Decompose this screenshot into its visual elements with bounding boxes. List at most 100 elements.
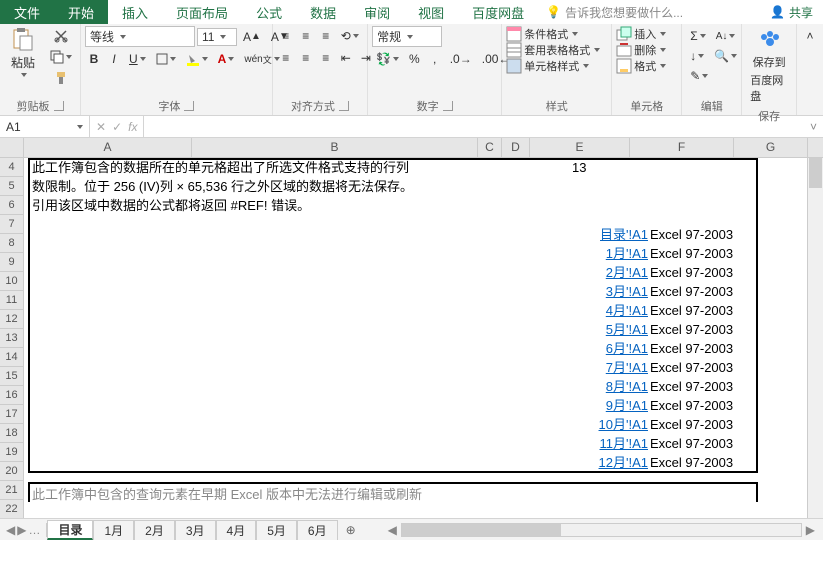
select-all-corner[interactable] (0, 138, 24, 157)
row-header[interactable]: 15 (0, 367, 23, 386)
scroll-thumb[interactable] (402, 524, 562, 536)
border-button[interactable] (152, 49, 180, 69)
align-middle-button[interactable]: ≡ (297, 26, 315, 46)
increase-decimal-button[interactable]: .0→ (446, 49, 476, 69)
sheet-link[interactable]: 9月'!A1 (606, 396, 648, 415)
sheet-link[interactable]: 10月'!A1 (599, 415, 648, 434)
sheet-tab[interactable]: 4月 (216, 520, 257, 540)
tab-review[interactable]: 审阅 (350, 0, 404, 24)
col-header-D[interactable]: D (502, 138, 530, 157)
row-header[interactable]: 8 (0, 234, 23, 253)
row-header[interactable]: 22 (0, 500, 23, 518)
find-button[interactable]: 🔍 (710, 46, 741, 66)
paste-button[interactable]: 粘贴 (4, 26, 42, 79)
currency-button[interactable]: 💱 (372, 49, 403, 69)
dialog-launcher-icon[interactable] (184, 101, 194, 111)
col-header-G[interactable]: G (734, 138, 808, 157)
tab-data[interactable]: 数据 (296, 0, 350, 24)
percent-button[interactable]: % (405, 49, 424, 69)
expand-fx-button[interactable]: ˅ (804, 116, 823, 137)
sort-filter-button[interactable]: A↓ (712, 26, 740, 46)
format-cells-button[interactable]: 格式 (616, 58, 666, 74)
row-header[interactable]: 13 (0, 329, 23, 348)
row-header[interactable]: 5 (0, 177, 23, 196)
copy-button[interactable] (46, 47, 76, 67)
cut-button[interactable] (46, 26, 76, 46)
font-name-select[interactable]: 等线 (85, 26, 195, 47)
formula-input[interactable] (144, 116, 804, 137)
delete-cells-button[interactable]: 删除 (616, 42, 666, 58)
sheet-link[interactable]: 8月'!A1 (606, 377, 648, 396)
row-header[interactable]: 16 (0, 386, 23, 405)
row-header[interactable]: 7 (0, 215, 23, 234)
sheet-link[interactable]: 7月'!A1 (606, 358, 648, 377)
tab-insert[interactable]: 插入 (108, 0, 162, 24)
row-header[interactable]: 18 (0, 424, 23, 443)
row-header[interactable]: 20 (0, 462, 23, 481)
save-baidu-button[interactable]: 保存到 百度网盘 (746, 26, 792, 106)
horizontal-scrollbar[interactable]: ◀ ▶ (364, 523, 823, 537)
sheet-tab[interactable]: 2月 (134, 520, 175, 540)
tell-me-search[interactable]: 💡告诉我您想要做什么... (538, 0, 760, 24)
tab-layout[interactable]: 页面布局 (162, 0, 242, 24)
row-header[interactable]: 10 (0, 272, 23, 291)
sheet-tab[interactable]: 3月 (175, 520, 216, 540)
tab-baidu[interactable]: 百度网盘 (458, 0, 538, 24)
fx-icon[interactable]: fx (128, 120, 137, 134)
underline-button[interactable]: U (125, 49, 150, 69)
share-button[interactable]: 👤共享 (760, 0, 823, 24)
sheet-link[interactable]: 5月'!A1 (606, 320, 648, 339)
align-left-button[interactable]: ≡ (277, 48, 295, 68)
sheet-tab[interactable]: 6月 (297, 520, 338, 540)
tab-home[interactable]: 开始 (54, 0, 108, 24)
dialog-launcher-icon[interactable] (339, 101, 349, 111)
decrease-indent-button[interactable]: ⇤ (337, 48, 355, 68)
clear-button[interactable]: ✎ (686, 66, 712, 86)
scroll-thumb[interactable] (809, 158, 822, 188)
cell-style-button[interactable]: 单元格样式 (506, 58, 589, 74)
dialog-launcher-icon[interactable] (443, 101, 453, 111)
align-center-button[interactable]: ≡ (297, 48, 315, 68)
conditional-format-button[interactable]: 条件格式 (506, 26, 578, 42)
col-header-A[interactable]: A (24, 138, 192, 157)
sheet-link[interactable]: 12月'!A1 (599, 453, 648, 472)
col-header-E[interactable]: E (530, 138, 630, 157)
tab-formula[interactable]: 公式 (242, 0, 296, 24)
sheet-nav-more[interactable]: … (28, 523, 40, 537)
row-header[interactable]: 14 (0, 348, 23, 367)
spreadsheet-grid[interactable]: 45678910111213141516171819202122 此工作簿包含的… (0, 158, 823, 518)
row-header[interactable]: 19 (0, 443, 23, 462)
sheet-nav-prev[interactable]: ◀ (6, 523, 15, 537)
orientation-button[interactable]: ⟲ (337, 26, 363, 46)
sheet-nav-next[interactable]: ▶ (17, 523, 26, 537)
col-header-B[interactable]: B (192, 138, 478, 157)
sheet-tab[interactable]: 1月 (93, 520, 134, 540)
tab-file[interactable]: 文件 (0, 0, 54, 24)
sheet-link[interactable]: 11月'!A1 (600, 434, 649, 453)
row-header[interactable]: 4 (0, 158, 23, 177)
increase-font-button[interactable]: A▲ (239, 27, 265, 47)
font-size-select[interactable]: 11 (197, 28, 237, 46)
table-format-button[interactable]: 套用表格格式 (506, 42, 600, 58)
sheet-link[interactable]: 2月'!A1 (606, 263, 648, 282)
sheet-tab[interactable]: 5月 (256, 520, 297, 540)
name-box[interactable]: A1 (0, 116, 90, 137)
bold-button[interactable]: B (85, 49, 103, 69)
sheet-link[interactable]: 1月'!A1 (606, 244, 648, 263)
align-bottom-button[interactable]: ≡ (317, 26, 335, 46)
sheet-tab[interactable]: 目录 (47, 520, 93, 540)
fill-color-button[interactable] (182, 49, 212, 69)
col-header-F[interactable]: F (630, 138, 734, 157)
italic-button[interactable]: I (105, 49, 123, 69)
row-header[interactable]: 11 (0, 291, 23, 310)
insert-cells-button[interactable]: 插入 (616, 26, 666, 42)
row-header[interactable]: 9 (0, 253, 23, 272)
format-painter-button[interactable] (46, 68, 76, 88)
vertical-scrollbar[interactable] (807, 158, 823, 518)
add-sheet-button[interactable]: ⊕ (338, 521, 364, 539)
font-color-button[interactable]: A (214, 49, 239, 69)
sheet-link[interactable]: 3月'!A1 (606, 282, 648, 301)
autosum-button[interactable]: Σ (686, 26, 709, 46)
row-header[interactable]: 21 (0, 481, 23, 500)
fill-button[interactable]: ↓ (686, 46, 708, 66)
